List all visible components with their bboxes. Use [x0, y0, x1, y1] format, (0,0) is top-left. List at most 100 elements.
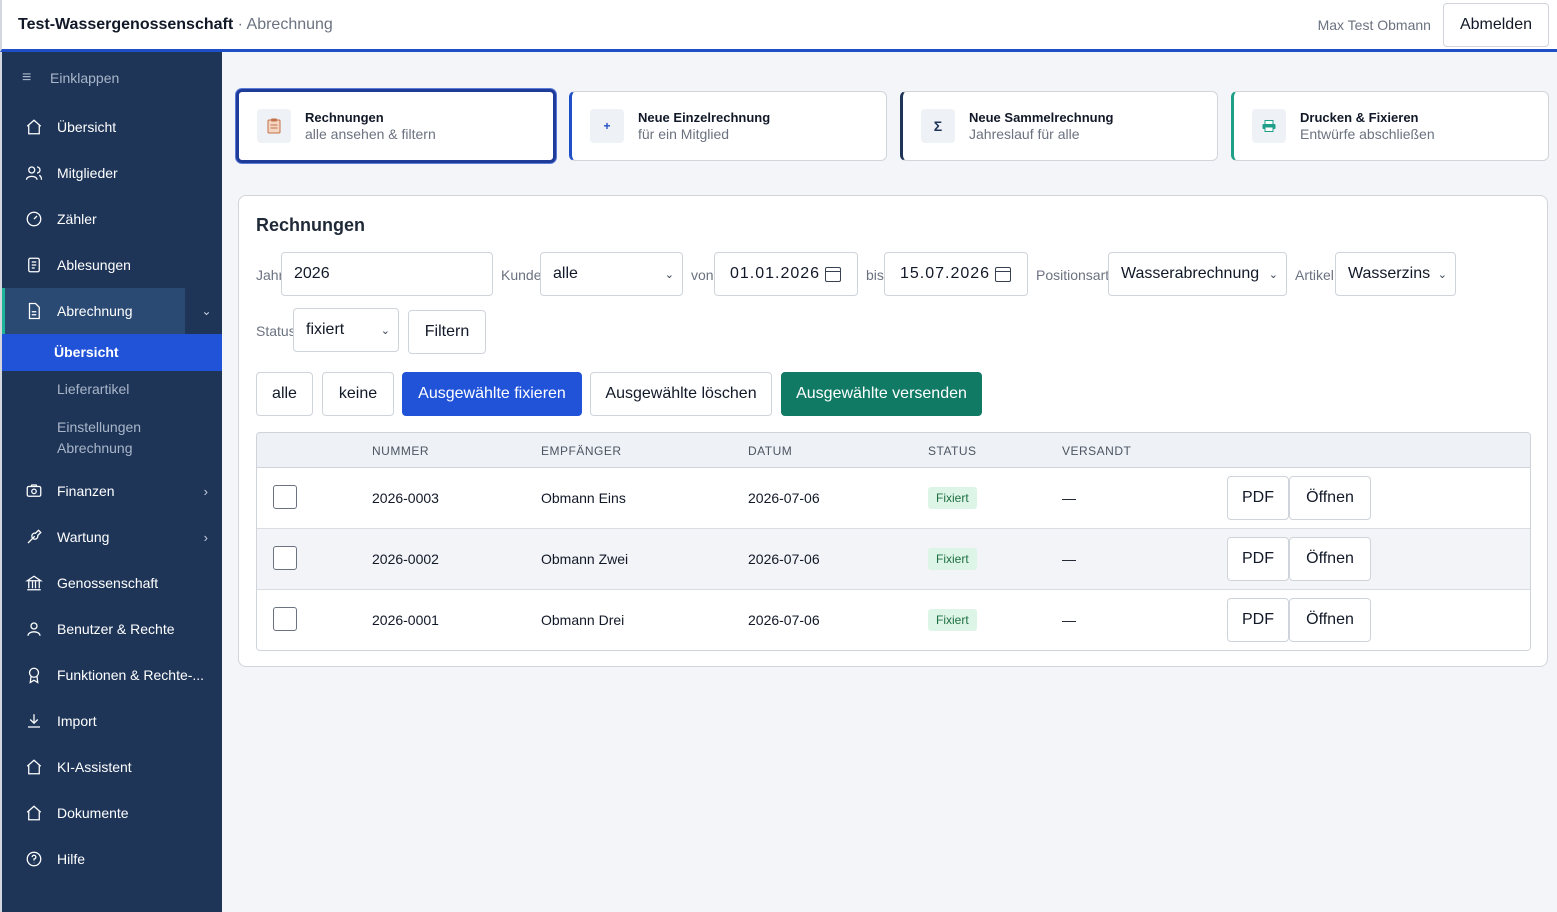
breadcrumb-separator: · — [233, 15, 247, 33]
clipboard-icon — [24, 255, 44, 275]
invoice-recipient: Obmann Eins — [541, 490, 626, 506]
pdf-button[interactable]: PDF — [1227, 476, 1289, 520]
sidebar-subitem-overview[interactable]: Übersicht — [2, 334, 222, 371]
sidebar-item-import[interactable]: Import — [2, 698, 222, 744]
app-name[interactable]: Test-Wassergenossenschaft — [18, 16, 233, 33]
sigma-icon: Σ — [921, 109, 955, 143]
home-icon — [24, 757, 44, 777]
select-none-button[interactable]: keine — [322, 372, 394, 416]
sidebar-item-documents[interactable]: Dokumente — [2, 790, 222, 836]
sidebar-item-label: Hilfe — [57, 851, 86, 867]
row-checkbox[interactable] — [273, 485, 297, 509]
plus-icon: + — [590, 109, 624, 143]
calendar-icon[interactable] — [995, 266, 1011, 282]
sidebar-item-label: Übersicht — [57, 119, 117, 135]
camera-icon — [24, 481, 44, 501]
document-icon — [24, 301, 44, 321]
invoice-recipient: Obmann Zwei — [541, 551, 629, 567]
home-icon — [24, 803, 44, 823]
sidebar-item-users-rights[interactable]: Benutzer & Rechte — [2, 606, 222, 652]
sidebar-item-finances[interactable]: Finanzen › — [2, 468, 222, 514]
status-select[interactable]: fixiert ⌄ — [293, 308, 399, 352]
column-header-date: DATUM — [748, 444, 793, 458]
sidebar-item-cooperative[interactable]: Genossenschaft — [2, 560, 222, 606]
chevron-down-icon[interactable]: ⌄ — [188, 288, 225, 334]
card-title: Drucken & Fixieren — [1300, 110, 1419, 125]
sidebar-item-maintenance[interactable]: Wartung › — [2, 514, 222, 560]
row-checkbox[interactable] — [273, 607, 297, 631]
filter-button[interactable]: Filtern — [408, 310, 486, 354]
pdf-button[interactable]: PDF — [1227, 537, 1289, 581]
breadcrumb-section: Abrechnung — [246, 15, 333, 33]
year-input[interactable]: 2026 — [281, 252, 493, 296]
table-row: 2026-0003 Obmann Eins 2026-07-06 Fixiert… — [257, 468, 1530, 529]
invoice-number: 2026-0003 — [372, 490, 439, 506]
sidebar-item-label: Wartung — [57, 529, 110, 545]
sidebar-item-help[interactable]: Hilfe — [2, 836, 222, 882]
article-select[interactable]: Wasserzins ⌄ — [1335, 252, 1456, 296]
card-subtitle: für ein Mitglied — [638, 126, 730, 142]
chevron-down-icon: ⌄ — [664, 268, 674, 281]
chevron-down-icon: ⌄ — [380, 324, 390, 337]
sidebar-item-label: Zähler — [57, 211, 97, 227]
from-date-input[interactable]: 01.01.2026 — [714, 252, 858, 296]
collapse-label: Einklappen — [50, 70, 120, 86]
calendar-icon[interactable] — [825, 266, 841, 282]
sidebar-item-label: Import — [57, 713, 97, 729]
column-header-sent: VERSANDT — [1062, 444, 1132, 458]
top-header: Test-Wassergenossenschaft · Abrechnung M… — [0, 0, 1557, 52]
invoices-table: NUMMER EMPFÄNGER DATUM STATUS VERSANDT 2… — [256, 432, 1531, 651]
sidebar-item-label: KI-Assistent — [57, 759, 132, 775]
open-button[interactable]: Öffnen — [1289, 537, 1371, 581]
send-selected-button[interactable]: Ausgewählte versenden — [781, 372, 982, 416]
download-icon — [24, 711, 44, 731]
status-value: fixiert — [306, 321, 345, 338]
card-new-batch-invoice[interactable]: Σ Neue Sammelrechnung Jahreslauf für alle — [900, 91, 1218, 161]
logout-button[interactable]: Abmelden — [1442, 2, 1549, 47]
delete-selected-button[interactable]: Ausgewählte löschen — [590, 372, 772, 416]
sidebar-item-label: Mitglieder — [57, 165, 118, 181]
sidebar-collapse-toggle[interactable]: ≡ Einklappen — [2, 52, 222, 104]
open-button[interactable]: Öffnen — [1289, 598, 1371, 642]
sidebar-item-label: Abrechnung — [57, 303, 133, 319]
position-type-select[interactable]: Wasserabrechnung ⌄ — [1108, 252, 1287, 296]
menu-icon: ≡ — [22, 69, 32, 86]
row-checkbox[interactable] — [273, 546, 297, 570]
sidebar-item-label: Funktionen & Rechte-... — [57, 667, 205, 683]
article-label: Artikel — [1295, 267, 1334, 283]
table-row: 2026-0001 Obmann Drei 2026-07-06 Fixiert… — [257, 590, 1530, 650]
open-button[interactable]: Öffnen — [1289, 476, 1371, 520]
card-title: Rechnungen — [305, 110, 384, 125]
fix-selected-button[interactable]: Ausgewählte fixieren — [402, 372, 582, 416]
status-label: Status — [256, 323, 296, 339]
status-badge: Fixiert — [928, 487, 977, 509]
to-date-input[interactable]: 15.07.2026 — [884, 252, 1028, 296]
sidebar-item-members[interactable]: Mitglieder — [2, 150, 222, 196]
sidebar-item-ai-assistant[interactable]: KI-Assistent — [2, 744, 222, 790]
sidebar-item-overview[interactable]: Übersicht — [2, 104, 222, 150]
table-header: NUMMER EMPFÄNGER DATUM STATUS VERSANDT — [257, 433, 1530, 468]
invoice-sent: — — [1062, 490, 1076, 506]
invoice-recipient: Obmann Drei — [541, 612, 625, 628]
sidebar-subitem-delivery-articles[interactable]: Lieferartikel — [2, 371, 222, 408]
panel-title: Rechnungen — [256, 215, 366, 235]
sidebar-item-functions-rights[interactable]: Funktionen & Rechte-... — [2, 652, 222, 698]
select-all-button[interactable]: alle — [256, 372, 313, 416]
sidebar-item-label: Genossenschaft — [57, 575, 159, 591]
card-invoices[interactable]: Rechnungen alle ansehen & filtern — [236, 89, 556, 163]
card-print-fix[interactable]: Drucken & Fixieren Entwürfe abschließen — [1231, 91, 1549, 161]
users-icon — [24, 163, 44, 183]
pdf-button[interactable]: PDF — [1227, 598, 1289, 642]
sidebar-item-meters[interactable]: Zähler — [2, 196, 222, 242]
card-new-single-invoice[interactable]: + Neue Einzelrechnung für ein Mitglied — [569, 91, 887, 161]
sidebar-subitem-billing-settings[interactable]: Einstellungen Abrechnung — [2, 408, 222, 468]
quick-action-cards: Rechnungen alle ansehen & filtern + Neue … — [236, 89, 1549, 165]
sidebar-item-billing[interactable]: Abrechnung ⌄ — [2, 288, 212, 334]
sidebar-item-readings[interactable]: Ablesungen — [2, 242, 222, 288]
from-label: von — [691, 267, 714, 283]
home-icon — [24, 117, 44, 137]
card-subtitle: alle ansehen & filtern — [305, 126, 436, 142]
customer-select[interactable]: alle ⌄ — [540, 252, 683, 296]
from-date-value: 01.01.2026 — [730, 265, 821, 282]
chevron-down-icon: ⌄ — [1268, 268, 1278, 281]
